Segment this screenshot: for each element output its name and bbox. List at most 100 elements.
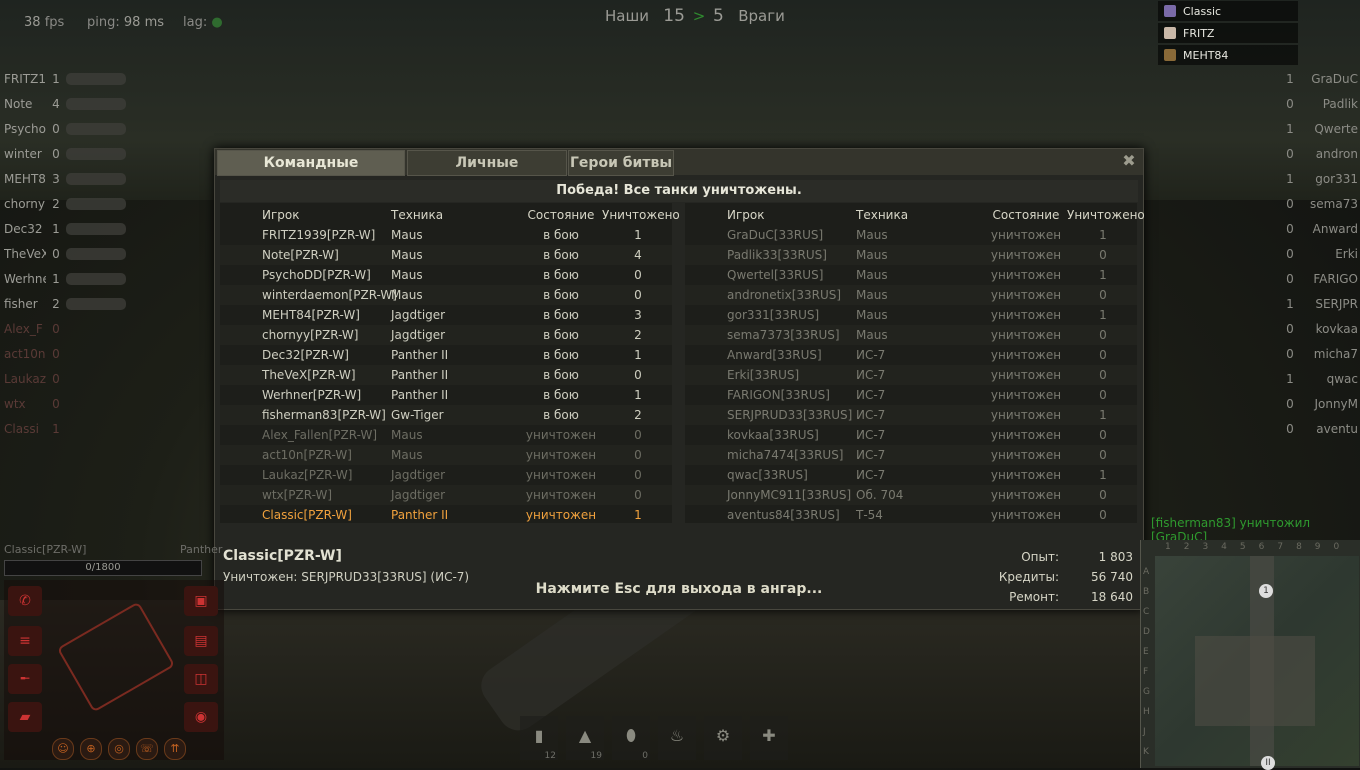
enemy-list-item: 0 aventu (1230, 416, 1358, 441)
cell-vehicle: Gw-Tiger (391, 408, 444, 422)
minimap-row-label: F (1143, 667, 1149, 677)
cell-player: chornyy[PZR-W] (262, 328, 359, 342)
ally-name: Note (4, 96, 33, 111)
repair-kit-icon[interactable]: ⚙ (704, 716, 742, 760)
enemy-frags: 0 (1286, 421, 1294, 436)
tank-damage-silhouette (56, 601, 176, 713)
shell-ap-icon[interactable]: ▮ 12 (520, 716, 558, 761)
tank-icon (66, 72, 126, 85)
engine-icon: ▣ (184, 586, 218, 616)
cell-vehicle: Т-54 (856, 508, 883, 522)
cell-state: уничтожен (990, 368, 1062, 382)
lag-indicator: lag: ● (183, 15, 223, 30)
table-row: Dec32[PZR-W] Panther II в бою 1 (220, 345, 672, 365)
cell-player: aventus84[33RUS] (727, 508, 840, 522)
cell-kills: 0 (1099, 488, 1107, 502)
enemy-team-table: Игрок Техника Состояние Уничтожено GraDu… (685, 203, 1145, 523)
cell-state: уничтожен (990, 408, 1062, 422)
cell-vehicle: Maus (391, 448, 423, 462)
table-row: Padlik33[33RUS] Maus уничтожен 0 (685, 245, 1137, 265)
shell-apcr-icon[interactable]: ▲ 19 (566, 716, 604, 761)
cell-state: уничтожен (990, 348, 1062, 362)
cell-state: уничтожен (525, 448, 597, 462)
table-row: SERJPRUD33[33RUS] ИС-7 уничтожен 1 (685, 405, 1137, 425)
enemy-frags: 1 (1286, 371, 1294, 386)
table-header: Игрок Техника Состояние Уничтожено (262, 208, 680, 222)
ally-frags: 0 (52, 321, 60, 336)
table-row: GraDuC[33RUS] Maus уничтожен 1 (685, 225, 1137, 245)
track-icon: ◫ (184, 664, 218, 694)
commander-icon: ☺ (52, 738, 74, 760)
enemy-score: 5 (713, 6, 724, 26)
minimap-terrain[interactable]: 1 II (1155, 556, 1359, 770)
tab-battle-heroes[interactable]: Герои битвы (568, 150, 674, 176)
stat-experience: Опыт: 1 803 (1021, 550, 1133, 564)
platoon-avatar-icon (1164, 5, 1176, 17)
ally-name: act10n (4, 346, 46, 361)
ally-list-item: МЕНТ84 3 (4, 166, 154, 191)
platoon-member: Classic (1158, 1, 1298, 21)
base-marker-icon: 1 (1259, 584, 1273, 598)
table-row: winterdaemon[PZR-W] Maus в бою 0 (220, 285, 672, 305)
loader-icon: ⇈ (164, 738, 186, 760)
enemy-name: Padlik (1322, 96, 1358, 111)
close-icon[interactable]: ✖ (1121, 153, 1137, 169)
table-row: act10n[PZR-W] Maus уничтожен 0 (220, 445, 672, 465)
table-row: Erki[33RUS] ИС-7 уничтожен 0 (685, 365, 1137, 385)
minimap[interactable]: 1234567890 ABCDEFGHJK 1 II (1140, 540, 1360, 770)
shell-he-icon[interactable]: ⬮ 0 (612, 716, 650, 761)
cell-player: FARIGON[33RUS] (727, 388, 830, 402)
cell-state: уничтожен (990, 508, 1062, 522)
enemy-list-item: 1 Qwerte (1230, 116, 1358, 141)
first-aid-kit-icon[interactable]: ✚ (750, 716, 788, 760)
ally-team-list: FRITZ1 1 Note 4 Psycho 0 winter 0 МЕНТ84 3 chorny 2… (4, 66, 154, 441)
platoon-avatar-icon (1164, 49, 1176, 61)
cell-state: уничтожен (990, 448, 1062, 462)
enemy-frags: 0 (1286, 196, 1294, 211)
minimap-row-label: E (1143, 647, 1149, 657)
our-team-table: Игрок Техника Состояние Уничтожено FRITZ… (220, 203, 680, 523)
minimap-row-label: G (1143, 687, 1150, 697)
cell-kills: 0 (1099, 448, 1107, 462)
cell-kills: 0 (1099, 248, 1107, 262)
gun-icon: ╾ (8, 664, 42, 694)
ally-frags: 0 (52, 346, 60, 361)
enemy-list-item: 1 GraDuC (1230, 66, 1358, 91)
ally-list-item: Alex_F 0 (4, 316, 154, 341)
fire-extinguisher-icon[interactable]: ♨ (658, 716, 696, 760)
fuel-tank-icon: ▤ (184, 626, 218, 656)
tab-team-achievements[interactable]: Командные достижения (217, 150, 405, 195)
table-row: Note[PZR-W] Maus в бою 4 (220, 245, 672, 265)
table-row: TheVeX[PZR-W] Panther II в бою 0 (220, 365, 672, 385)
minimap-columns: 1234567890 (1165, 542, 1353, 552)
cell-kills: 0 (1099, 428, 1107, 442)
enemy-list-item: 0 sema73 (1230, 191, 1358, 216)
enemy-name: gor331 (1315, 171, 1358, 186)
cell-player: Anward[33RUS] (727, 348, 822, 362)
cell-state: в бою (543, 308, 579, 322)
cell-vehicle: Panther II (391, 368, 449, 382)
tank-icon (66, 373, 126, 385)
enemy-team-list: 1 GraDuC 0 Padlik 1 Qwerte 0 andron 1 gor331 0 sema… (1230, 66, 1358, 441)
cell-kills: 0 (634, 468, 642, 482)
cell-vehicle: Jagdtiger (391, 328, 446, 342)
cell-player: PsychoDD[PZR-W] (262, 268, 371, 282)
cell-state: в бою (543, 268, 579, 282)
tab-personal-achievements[interactable]: Личные достижения (407, 150, 567, 195)
tank-icon (66, 97, 126, 110)
ammo-rack-icon: ≡ (8, 626, 42, 656)
enemy-frags: 0 (1286, 221, 1294, 236)
table-row: JonnyMC911[33RUS] Об. 704 уничтожен 0 (685, 485, 1137, 505)
cell-kills: 1 (634, 388, 642, 402)
cell-state: в бою (543, 328, 579, 342)
cell-kills: 4 (634, 248, 642, 262)
enemy-list-item: 0 JonnyM (1230, 391, 1358, 416)
cell-state: уничтожен (525, 428, 597, 442)
cell-player: SERJPRUD33[33RUS] (727, 408, 853, 422)
table-header: Игрок Техника Состояние Уничтожено (727, 208, 1145, 222)
cell-kills: 0 (1099, 288, 1107, 302)
cell-kills: 1 (634, 508, 642, 522)
battle-result-text: Победа! Все танки уничтожены. (220, 180, 1138, 202)
table-row: Alex_Fallen[PZR-W] Maus уничтожен 0 (220, 425, 672, 445)
cell-player: Dec32[PZR-W] (262, 348, 349, 362)
